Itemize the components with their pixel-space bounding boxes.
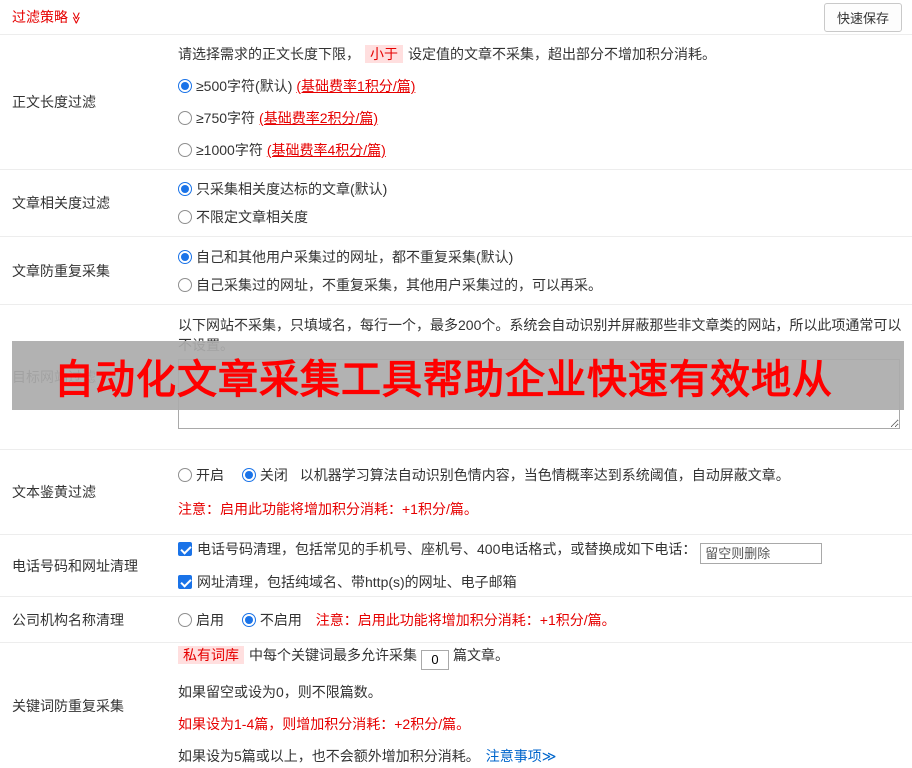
- radio-option-company-on[interactable]: 启用: [178, 612, 228, 628]
- company-clean-content: 启用 不启用 注意：启用此功能将增加积分消耗：+1积分/篇。: [178, 597, 912, 642]
- row-relevance: 文章相关度过滤 只采集相关度达标的文章(默认) 不限定文章相关度: [0, 170, 912, 237]
- radio-label: ≥500字符(默认): [196, 78, 293, 94]
- dedupe-label: 文章防重复采集: [12, 262, 110, 279]
- porn-filter-desc: 以机器学习算法自动识别色情内容，当色情概率达到系统阈值，自动屏蔽文章。: [299, 467, 790, 483]
- page-title[interactable]: 过滤策略: [12, 9, 68, 25]
- keyword-line1-mid: 中每个关键词最多允许采集: [249, 647, 417, 664]
- radio-label: 开启: [196, 467, 224, 483]
- intro-post: 设定值的文章不采集，超出部分不增加积分消耗。: [408, 46, 716, 62]
- radio-option-dedupe-all[interactable]: 自己和其他用户采集过的网址，都不重复采集(默认): [178, 247, 904, 267]
- radio-label: ≥750字符: [196, 110, 256, 126]
- phone-url-clean-content: 电话号码清理，包括常见的手机号、座机号、400电话格式，或替换成如下电话： 网址…: [178, 535, 912, 596]
- porn-filter-content: 开启 关闭 以机器学习算法自动识别色情内容，当色情概率达到系统阈值，自动屏蔽文章…: [178, 450, 912, 534]
- chevron-down-icon[interactable]: ≫: [69, 12, 83, 25]
- radio-label: ≥1000字符: [196, 142, 263, 158]
- private-lexicon-highlight: 私有词库: [178, 646, 244, 665]
- dedupe-options: 自己和其他用户采集过的网址，都不重复采集(默认) 自己采集过的网址，不重复采集，…: [178, 237, 912, 304]
- radio-note: (基础费率2积分/篇): [259, 110, 379, 126]
- radio-option-dedupe-own[interactable]: 自己采集过的网址，不重复采集，其他用户采集过的，可以再采。: [178, 275, 904, 295]
- relevance-options: 只采集相关度达标的文章(默认) 不限定文章相关度: [178, 170, 912, 236]
- checkbox-url-clean[interactable]: 网址清理，包括纯域名、带http(s)的网址、电子邮箱: [178, 572, 904, 592]
- row-porn-filter: 文本鉴黄过滤 开启 关闭 以机器学习算法自动识别色情内容，当色情概率达到系统阈值…: [0, 450, 912, 535]
- keyword-dedupe-content: 私有词库中每个关键词最多允许采集 篇文章。 如果留空或设为0，则不限篇数。 如果设…: [178, 643, 912, 768]
- row-dedupe: 文章防重复采集 自己和其他用户采集过的网址，都不重复采集(默认) 自己采集过的网…: [0, 237, 912, 305]
- checkbox-icon[interactable]: [178, 575, 192, 589]
- phone-url-clean-label: 电话号码和网址清理: [12, 557, 138, 574]
- intro-pre: 请选择需求的正文长度下限，: [178, 46, 360, 62]
- topbar: 过滤策略≫ 快速保存: [0, 0, 912, 35]
- radio-icon[interactable]: [178, 79, 192, 93]
- porn-filter-warning: 注意：启用此功能将增加积分消耗：+1积分/篇。: [178, 501, 478, 517]
- radio-option-company-off[interactable]: 不启用: [241, 611, 306, 628]
- relevance-label: 文章相关度过滤: [12, 195, 110, 211]
- row-content-length: 正文长度过滤 请选择需求的正文长度下限， 小于 设定值的文章不采集，超出部分不增加积…: [0, 35, 912, 170]
- keyword-line2: 如果留空或设为0，则不限篇数。: [178, 683, 382, 700]
- content-length-options: 请选择需求的正文长度下限， 小于 设定值的文章不采集，超出部分不增加积分消耗。 ≥5…: [178, 35, 912, 169]
- watermark-banner: 自动化文章采集工具帮助企业快速有效地从: [12, 341, 904, 410]
- radio-label: 只采集相关度达标的文章(默认): [196, 181, 388, 197]
- content-length-intro: 请选择需求的正文长度下限， 小于 设定值的文章不采集，超出部分不增加积分消耗。: [178, 44, 904, 64]
- radio-label: 自己采集过的网址，不重复采集，其他用户采集过的，可以再采。: [196, 276, 602, 293]
- keyword-line3: 如果设为1-4篇，则增加积分消耗：+2积分/篇。: [178, 715, 471, 732]
- max-articles-input[interactable]: [421, 649, 449, 670]
- radio-icon[interactable]: [178, 111, 192, 125]
- row-keyword-dedupe: 关键词防重复采集 私有词库中每个关键词最多允许采集 篇文章。 如果留空或设为0，则…: [0, 643, 912, 768]
- notes-link[interactable]: 注意事项≫: [486, 748, 557, 764]
- radio-icon[interactable]: [241, 612, 256, 627]
- radio-option-750[interactable]: ≥750字符 (基础费率2积分/篇): [178, 108, 904, 128]
- keyword-line4: 如果设为5篇或以上，也不会额外增加积分消耗。: [178, 747, 480, 764]
- radio-label: 不限定文章相关度: [196, 209, 308, 225]
- radio-label: 不启用: [259, 611, 302, 628]
- radio-note: (基础费率1积分/篇): [296, 78, 416, 94]
- keyword-line1-end: 篇文章。: [453, 647, 509, 664]
- checkbox-phone-clean[interactable]: 电话号码清理，包括常见的手机号、座机号、400电话格式，或替换成如下电话：: [178, 539, 904, 564]
- radio-icon[interactable]: [178, 277, 192, 292]
- quick-save-button[interactable]: 快速保存: [823, 2, 902, 32]
- radio-icon[interactable]: [178, 182, 192, 196]
- watermark-text: 自动化文章采集工具帮助企业快速有效地从: [54, 357, 833, 402]
- radio-icon[interactable]: [178, 249, 192, 264]
- content-length-label: 正文长度过滤: [12, 94, 96, 110]
- radio-option-relevance-strict[interactable]: 只采集相关度达标的文章(默认): [178, 179, 904, 199]
- keyword-dedupe-label: 关键词防重复采集: [12, 697, 124, 714]
- porn-filter-label: 文本鉴黄过滤: [12, 484, 96, 500]
- company-clean-label: 公司机构名称清理: [12, 611, 124, 628]
- radio-icon[interactable]: [178, 612, 192, 627]
- replacement-phone-input[interactable]: [700, 543, 823, 564]
- radio-icon[interactable]: [178, 468, 192, 482]
- intro-highlight: 小于: [365, 45, 403, 63]
- radio-icon[interactable]: [178, 210, 192, 224]
- checkbox-icon[interactable]: [178, 542, 192, 556]
- radio-label: 关闭: [259, 467, 288, 483]
- radio-option-1000[interactable]: ≥1000字符 (基础费率4积分/篇): [178, 140, 904, 160]
- checkbox-label: 电话号码清理，包括常见的手机号、座机号、400电话格式，或替换成如下电话：: [197, 541, 697, 557]
- radio-option-500[interactable]: ≥500字符(默认) (基础费率1积分/篇): [178, 76, 904, 96]
- company-clean-warning: 注意：启用此功能将增加积分消耗：+1积分/篇。: [315, 611, 616, 628]
- radio-note: (基础费率4积分/篇): [266, 142, 386, 158]
- radio-icon[interactable]: [178, 143, 192, 157]
- checkbox-label: 网址清理，包括纯域名、带http(s)的网址、电子邮箱: [197, 574, 517, 590]
- radio-label: 启用: [196, 611, 224, 628]
- radio-option-porn-off[interactable]: 关闭: [241, 467, 292, 483]
- page-title-wrap: 过滤策略≫: [12, 7, 83, 27]
- radio-option-porn-on[interactable]: 开启: [178, 467, 228, 483]
- radio-option-relevance-any[interactable]: 不限定文章相关度: [178, 207, 904, 227]
- row-company-clean: 公司机构名称清理 启用 不启用 注意：启用此功能将增加积分消耗：+1积分/篇。: [0, 597, 912, 643]
- radio-label: 自己和其他用户采集过的网址，都不重复采集(默认): [196, 248, 514, 265]
- row-phone-url-clean: 电话号码和网址清理 电话号码清理，包括常见的手机号、座机号、400电话格式，或替…: [0, 535, 912, 597]
- radio-icon[interactable]: [241, 468, 256, 482]
